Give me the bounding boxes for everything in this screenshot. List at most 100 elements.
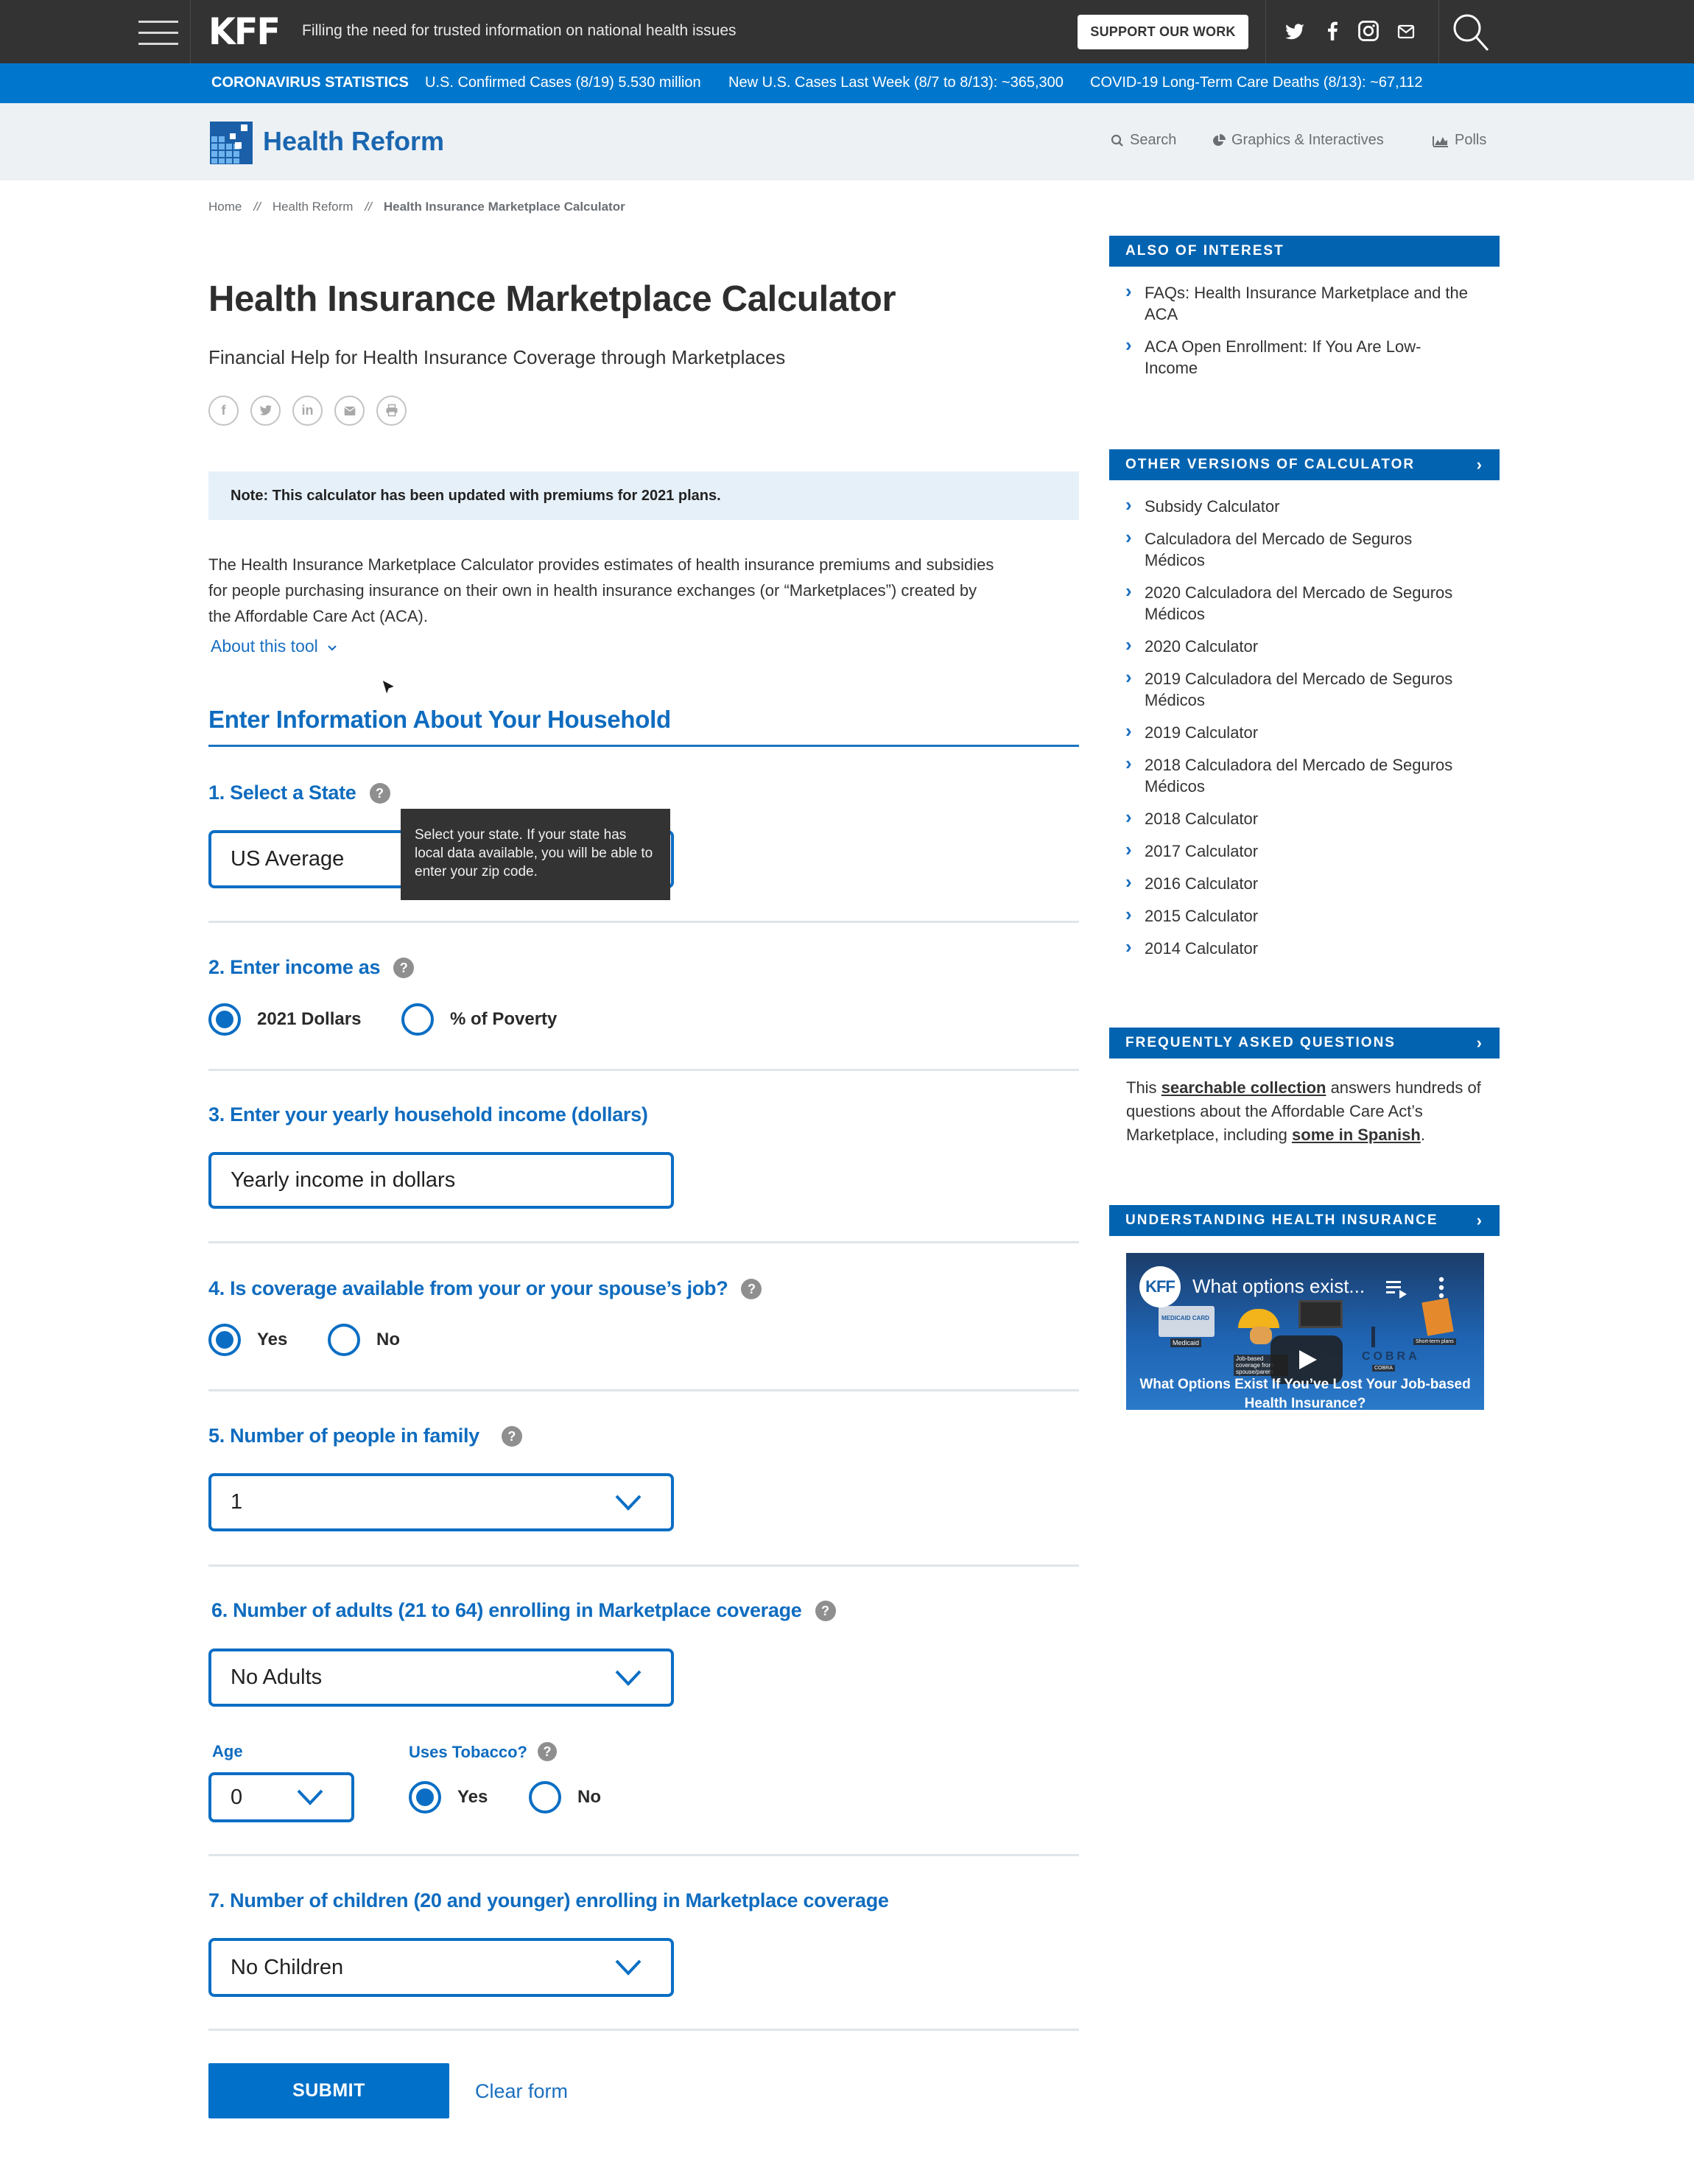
- children-select[interactable]: No Children: [208, 1938, 674, 1997]
- sidebar-link[interactable]: 2018 Calculator: [1125, 807, 1472, 829]
- breadcrumb-separator: //: [365, 200, 372, 214]
- income-input[interactable]: Yearly income in dollars: [208, 1152, 674, 1209]
- sidebar-link[interactable]: 2016 Calculator: [1125, 871, 1472, 894]
- employer-coverage-yes-radio[interactable]: Yes: [208, 1324, 287, 1356]
- clear-form-link[interactable]: Clear form: [475, 2080, 568, 2103]
- section-title[interactable]: Health Reform: [263, 126, 444, 157]
- kff-logo[interactable]: KFF: [208, 13, 281, 51]
- share-print-icon[interactable]: [376, 396, 407, 426]
- search-icon[interactable]: [1451, 12, 1491, 52]
- divider: [208, 1854, 1079, 1856]
- adults-select[interactable]: No Adults: [208, 1648, 674, 1707]
- more-options-icon[interactable]: [1438, 1277, 1445, 1299]
- divider: [208, 1241, 1079, 1243]
- share-facebook-icon[interactable]: f: [208, 396, 239, 426]
- sidebar-link[interactable]: ACA Open Enrollment: If You Are Low-Inco…: [1125, 334, 1472, 379]
- menu-button[interactable]: [138, 19, 178, 46]
- area-chart-icon: [1433, 136, 1448, 147]
- chevron-down-icon: [297, 1789, 323, 1805]
- also-of-interest-list: FAQs: Health Insurance Marketplace and t…: [1125, 281, 1472, 390]
- understanding-header[interactable]: UNDERSTANDING HEALTH INSURANCE ›: [1109, 1205, 1500, 1236]
- faq-header[interactable]: FREQUENTLY ASKED QUESTIONS ›: [1109, 1028, 1500, 1058]
- share-twitter-icon[interactable]: [250, 396, 281, 426]
- facebook-icon[interactable]: [1322, 20, 1346, 43]
- stat-item[interactable]: New U.S. Cases Last Week (8/7 to 8/13): …: [728, 74, 1064, 91]
- about-link-label: About this tool: [211, 636, 318, 656]
- tobacco-yes-radio[interactable]: Yes: [409, 1781, 488, 1813]
- sidebar-header-title: OTHER VERSIONS OF CALCULATOR: [1125, 457, 1416, 472]
- page-subtitle: Financial Help for Health Insurance Cove…: [208, 346, 786, 368]
- health-reform-logo-icon[interactable]: [210, 122, 253, 164]
- faq-description: This searchable collection answers hundr…: [1126, 1076, 1487, 1147]
- radio-label: No: [577, 1787, 601, 1807]
- income-poverty-radio[interactable]: % of Poverty: [401, 1003, 557, 1036]
- subnav-polls[interactable]: Polls: [1433, 132, 1486, 149]
- sidebar-link[interactable]: 2020 Calculator: [1125, 634, 1472, 657]
- umbrella-illustration: [1238, 1309, 1279, 1328]
- share-linkedin-icon[interactable]: in: [292, 396, 323, 426]
- searchable-collection-link[interactable]: searchable collection: [1161, 1078, 1326, 1097]
- other-versions-header[interactable]: OTHER VERSIONS OF CALCULATOR ›: [1109, 449, 1500, 480]
- twitter-icon[interactable]: [1284, 20, 1308, 43]
- sidebar-link[interactable]: Subsidy Calculator: [1125, 494, 1472, 517]
- subnav-graphics[interactable]: Graphics & Interactives: [1212, 132, 1384, 149]
- support-our-work-button[interactable]: SUPPORT OUR WORK: [1078, 15, 1248, 49]
- submit-button[interactable]: SUBMIT: [208, 2063, 449, 2118]
- help-icon[interactable]: ?: [815, 1601, 836, 1621]
- help-icon[interactable]: ?: [393, 958, 415, 978]
- tobacco-label: Uses Tobacco??: [409, 1742, 557, 1762]
- employer-coverage-no-radio[interactable]: No: [328, 1324, 400, 1356]
- tobacco-label-text: Uses Tobacco?: [409, 1743, 527, 1761]
- some-in-spanish-link[interactable]: some in Spanish: [1292, 1126, 1421, 1144]
- subnav-search[interactable]: Search: [1111, 132, 1176, 149]
- sidebar-link[interactable]: FAQs: Health Insurance Marketplace and t…: [1125, 281, 1472, 325]
- faq-text: This: [1126, 1078, 1161, 1097]
- stat-item[interactable]: COVID-19 Long-Term Care Deaths (8/13): ~…: [1090, 74, 1423, 91]
- chevron-down-icon: [615, 1495, 642, 1511]
- sidebar-link[interactable]: Calculadora del Mercado de Seguros Médic…: [1125, 527, 1472, 571]
- q7-label: 7. Number of children (20 and younger) e…: [208, 1889, 889, 1911]
- q5-label-text: 5. Number of people in family: [208, 1425, 479, 1447]
- stat-item[interactable]: U.S. Confirmed Cases (8/19) 5.530 millio…: [425, 74, 701, 91]
- family-size-select[interactable]: 1: [208, 1473, 674, 1531]
- sidebar-link[interactable]: 2020 Calculadora del Mercado de Seguros …: [1125, 580, 1472, 625]
- instagram-icon[interactable]: [1357, 20, 1381, 43]
- share-email-icon[interactable]: [334, 396, 365, 426]
- tobacco-no-radio[interactable]: No: [529, 1781, 601, 1813]
- other-versions-list: Subsidy Calculator Calculadora del Merca…: [1125, 494, 1472, 970]
- pie-chart-icon: [1213, 133, 1226, 146]
- sidebar-link[interactable]: 2019 Calculator: [1125, 720, 1472, 743]
- email-icon[interactable]: [1397, 20, 1421, 43]
- about-this-tool-link[interactable]: About this tool: [211, 636, 337, 656]
- playlist-icon[interactable]: [1386, 1279, 1408, 1299]
- q2-label: 2. Enter income as?: [208, 956, 415, 979]
- person-illustration: [1371, 1327, 1375, 1347]
- sidebar-link[interactable]: 2014 Calculator: [1125, 936, 1472, 959]
- breadcrumb-current: Health Insurance Marketplace Calculator: [383, 200, 625, 214]
- stats-title[interactable]: CORONAVIRUS STATISTICS: [211, 74, 409, 91]
- q2-label-text: 2. Enter income as: [208, 956, 381, 978]
- help-icon[interactable]: ?: [501, 1426, 522, 1447]
- channel-logo[interactable]: KFF: [1139, 1266, 1181, 1307]
- video-embed[interactable]: MEDICAID CARD Medicaid Job-based coverag…: [1126, 1253, 1484, 1410]
- update-note: Note: This calculator has been updated w…: [208, 471, 1079, 520]
- breadcrumb-home[interactable]: Home: [208, 200, 242, 214]
- age-select[interactable]: 0: [208, 1772, 354, 1822]
- sidebar-link[interactable]: 2017 Calculator: [1125, 839, 1472, 862]
- sidebar-link[interactable]: 2019 Calculadora del Mercado de Seguros …: [1125, 667, 1472, 711]
- people-illustration: [1250, 1327, 1272, 1344]
- breadcrumb: Home // Health Reform // Health Insuranc…: [208, 200, 625, 214]
- income-dollars-radio[interactable]: 2021 Dollars: [208, 1003, 361, 1036]
- video-tag: COBRA: [1372, 1365, 1395, 1372]
- sidebar-link[interactable]: 2015 Calculator: [1125, 904, 1472, 927]
- adults-value: No Adults: [231, 1665, 323, 1689]
- help-icon[interactable]: ?: [537, 1742, 557, 1761]
- sidebar-link[interactable]: 2018 Calculadora del Mercado de Seguros …: [1125, 753, 1472, 797]
- video-title[interactable]: What options exist...: [1192, 1275, 1365, 1298]
- help-icon[interactable]: ?: [741, 1279, 762, 1299]
- help-icon[interactable]: ?: [369, 783, 390, 804]
- chevron-down-icon: [615, 1959, 642, 1976]
- breadcrumb-health-reform[interactable]: Health Reform: [273, 200, 354, 214]
- q5-label: 5. Number of people in family?: [208, 1425, 522, 1447]
- divider: [208, 1069, 1079, 1071]
